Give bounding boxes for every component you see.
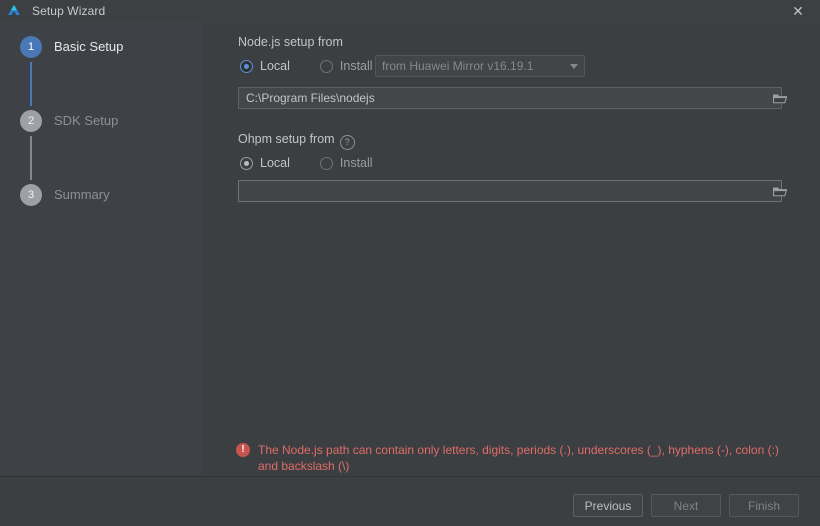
step-connector-2: [30, 136, 32, 180]
steps-list: 1 Basic Setup 2 SDK Setup 3 Summary: [0, 22, 202, 258]
ohpm-section-label: Ohpm setup from?: [238, 132, 355, 150]
nodejs-mirror-select[interactable]: from Huawei Mirror v16.19.1: [375, 55, 585, 77]
step-connector-1: [30, 62, 32, 106]
radio-unselected-icon: [319, 59, 333, 73]
radio-label: Install: [339, 59, 373, 73]
ohpm-radio-local[interactable]: Local: [240, 156, 290, 170]
setup-wizard-window: Setup Wizard ✕ 1 Basic Setup 2 SDK Setup…: [0, 0, 820, 526]
nodejs-path-value: C:\Program Files\nodejs: [246, 91, 375, 105]
step-number-badge: 2: [20, 110, 42, 132]
radio-label: Install: [339, 156, 373, 170]
wizard-steps-sidebar: 1 Basic Setup 2 SDK Setup 3 Summary: [0, 22, 202, 475]
radio-selected-icon: [240, 156, 253, 170]
step-number-badge: 1: [20, 36, 42, 58]
validation-error: ! The Node.js path can contain only lett…: [236, 442, 798, 474]
ohpm-radio-install[interactable]: Install: [319, 156, 373, 170]
error-icon: !: [236, 443, 250, 457]
deveco-logo-icon: [6, 3, 22, 19]
step-label: Summary: [54, 187, 110, 202]
nodejs-mirror-value: from Huawei Mirror v16.19.1: [382, 59, 534, 73]
chevron-down-icon: [570, 63, 578, 69]
step-label: Basic Setup: [54, 39, 124, 54]
nodejs-radio-install[interactable]: Install: [319, 59, 373, 73]
close-icon[interactable]: ✕: [776, 0, 820, 22]
ohpm-section-text: Ohpm setup from: [238, 132, 335, 146]
ohpm-source-radio-group: Local Install: [240, 156, 403, 170]
previous-button[interactable]: Previous: [573, 494, 643, 517]
radio-label: Local: [260, 59, 290, 73]
ohpm-path-input[interactable]: [238, 180, 782, 202]
wizard-content-panel: Node.js setup from Local Install from Hu…: [202, 22, 820, 475]
next-button[interactable]: Next: [651, 494, 721, 517]
nodejs-section-label: Node.js setup from: [238, 35, 343, 49]
nodejs-path-input[interactable]: C:\Program Files\nodejs: [238, 87, 782, 109]
nodejs-browse-folder-icon[interactable]: [772, 92, 788, 105]
help-icon[interactable]: ?: [339, 135, 355, 150]
step-label: SDK Setup: [54, 113, 119, 128]
sidebar-step-summary[interactable]: 3 Summary: [0, 184, 202, 258]
nodejs-radio-local[interactable]: Local: [240, 59, 290, 73]
radio-unselected-icon: [319, 156, 333, 170]
step-number-badge: 3: [20, 184, 42, 206]
finish-button[interactable]: Finish: [729, 494, 799, 517]
radio-selected-icon: [240, 59, 253, 73]
sidebar-step-basic-setup[interactable]: 1 Basic Setup: [0, 36, 202, 110]
wizard-footer: Previous Next Finish: [0, 476, 820, 526]
radio-label: Local: [260, 156, 290, 170]
ohpm-browse-folder-icon[interactable]: [772, 185, 788, 198]
window-title: Setup Wizard: [32, 4, 106, 18]
sidebar-step-sdk-setup[interactable]: 2 SDK Setup: [0, 110, 202, 184]
title-bar: Setup Wizard ✕: [0, 0, 820, 23]
error-message: The Node.js path can contain only letter…: [258, 443, 779, 473]
